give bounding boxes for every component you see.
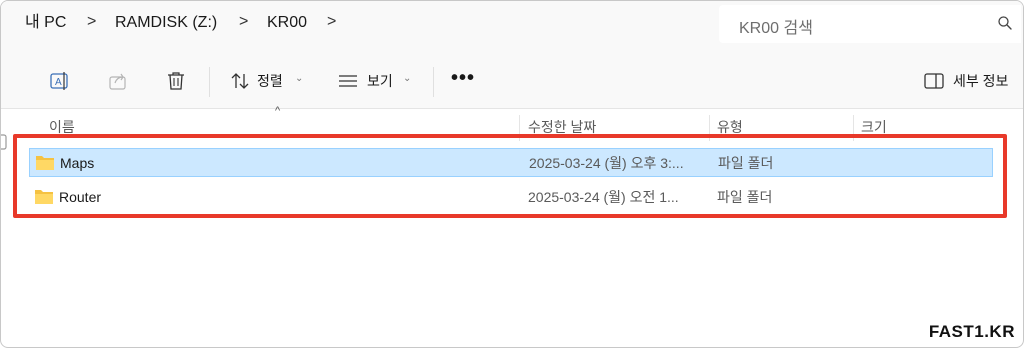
sort-icon[interactable] (229, 70, 251, 92)
toolbar-divider (433, 67, 434, 97)
details-pane-icon[interactable] (923, 70, 945, 92)
share-icon[interactable] (107, 70, 129, 92)
view-button[interactable]: 보기 (367, 72, 393, 90)
details-button[interactable]: 세부 정보 (953, 72, 1008, 90)
breadcrumb-ramdisk[interactable]: RAMDISK (Z:) (115, 13, 217, 33)
search-icon[interactable] (997, 15, 1013, 31)
breadcrumb-separator[interactable]: > (327, 12, 336, 32)
search-input[interactable]: KR00 검색 (719, 5, 1021, 43)
highlight-annotation-box (13, 134, 1007, 218)
sort-chevron-down-icon[interactable]: ⌄ (295, 73, 303, 84)
column-date[interactable]: 수정한 날짜 (528, 119, 596, 135)
breadcrumb-separator[interactable]: > (239, 12, 248, 32)
view-chevron-down-icon[interactable]: ⌄ (403, 73, 411, 84)
toolbar-divider (209, 67, 210, 97)
address-bar: 내 PC > RAMDISK (Z:) > KR00 > KR00 검색 (1, 1, 1023, 53)
search-placeholder: KR00 검색 (739, 20, 813, 37)
column-type[interactable]: 유형 (717, 119, 743, 135)
view-icon[interactable] (337, 70, 359, 92)
column-size[interactable]: 크기 (861, 119, 887, 135)
sort-button[interactable]: 정렬 (257, 72, 283, 90)
more-options-button[interactable]: ••• (451, 67, 475, 90)
breadcrumb-kr00[interactable]: KR00 (267, 13, 307, 33)
column-name[interactable]: 이름 (49, 119, 75, 135)
svg-text:A: A (55, 77, 62, 88)
watermark-text: FAST1.KR (928, 322, 1015, 341)
rename-icon[interactable]: A (49, 70, 71, 92)
explorer-window: 내 PC > RAMDISK (Z:) > KR00 > KR00 검색 A 정… (0, 0, 1024, 348)
command-bar: A 정렬 ⌄ 보기 ⌄ ••• 세부 정보 (1, 53, 1023, 150)
breadcrumb-separator[interactable]: > (87, 12, 96, 32)
delete-icon[interactable] (165, 70, 187, 92)
breadcrumb-this-pc[interactable]: 내 PC (25, 13, 66, 33)
